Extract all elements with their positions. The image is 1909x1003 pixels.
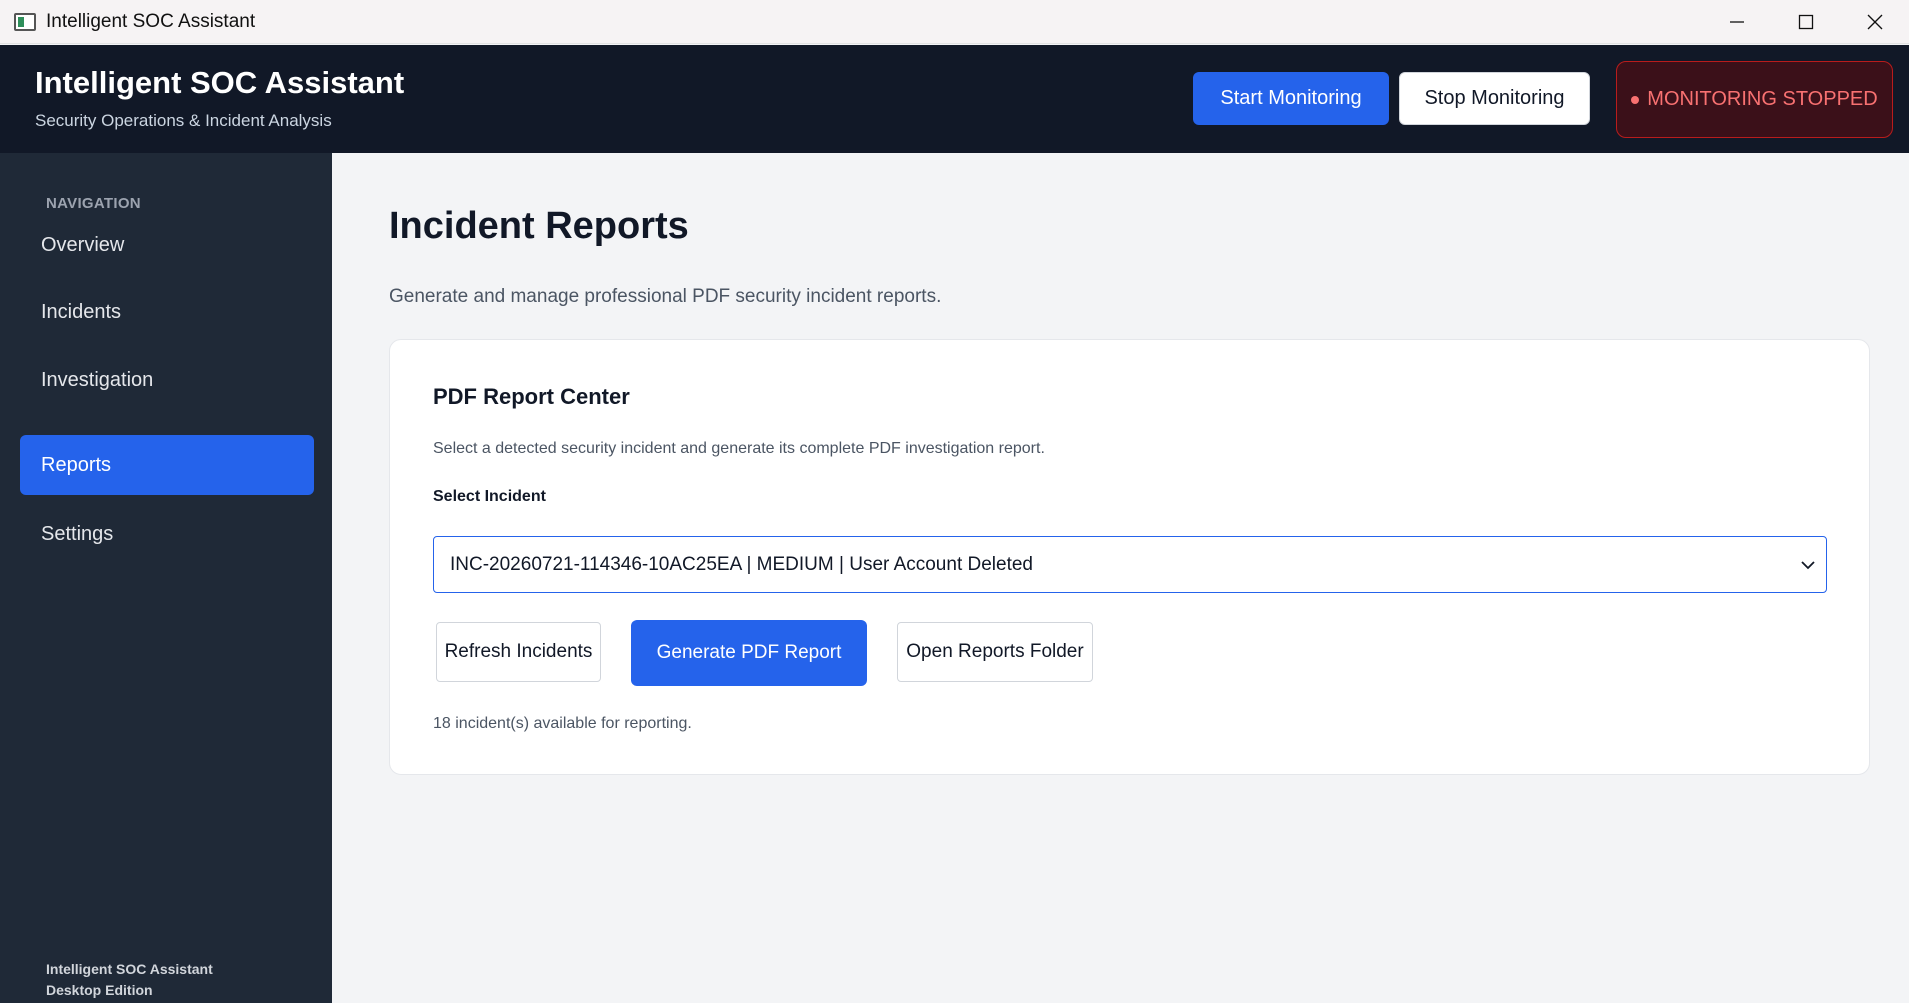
stop-monitoring-button[interactable]: Stop Monitoring — [1399, 72, 1590, 125]
card-title: PDF Report Center — [433, 384, 630, 409]
window-titlebar: Intelligent SOC Assistant — [0, 0, 1909, 44]
footer-edition: Desktop Edition — [46, 982, 153, 998]
maximize-icon[interactable] — [1771, 0, 1840, 44]
pdf-report-card: PDF Report Center Select a detected secu… — [389, 339, 1870, 775]
app-subtitle: Security Operations & Incident Analysis — [35, 111, 332, 130]
app-icon — [14, 12, 36, 31]
status-dot-icon — [1631, 95, 1640, 104]
window-controls — [1702, 0, 1909, 44]
start-monitoring-button[interactable]: Start Monitoring — [1193, 72, 1389, 125]
sidebar-item-reports[interactable]: Reports — [20, 435, 314, 495]
refresh-incidents-button[interactable]: Refresh Incidents — [436, 622, 601, 682]
generate-pdf-report-button[interactable]: Generate PDF Report — [631, 620, 867, 686]
app-header: Intelligent SOC Assistant Security Opera… — [0, 45, 1909, 153]
monitoring-status-badge: MONITORING STOPPED — [1616, 61, 1893, 138]
incident-select[interactable]: INC-20260721-114346-10AC25EA | MEDIUM | … — [433, 536, 1827, 593]
sidebar-footer: Intelligent SOC Assistant Desktop Editio… — [46, 959, 213, 1001]
sidebar-item-investigation[interactable]: Investigation — [20, 350, 314, 410]
sidebar-item-label: Incidents — [41, 300, 122, 323]
app-title: Intelligent SOC Assistant — [35, 65, 405, 100]
sidebar-item-label: Overview — [41, 233, 125, 256]
page-title: Incident Reports — [389, 205, 689, 247]
sidebar-item-label: Settings — [41, 522, 114, 545]
sidebar-item-settings[interactable]: Settings — [20, 504, 314, 564]
sidebar-item-overview[interactable]: Overview — [20, 215, 314, 275]
sidebar: NAVIGATION Overview Incidents Investigat… — [0, 153, 332, 1003]
sidebar-item-label: Reports — [41, 453, 112, 476]
chevron-down-icon — [1801, 561, 1815, 570]
sidebar-item-incidents[interactable]: Incidents — [20, 282, 314, 342]
window-title: Intelligent SOC Assistant — [46, 10, 256, 32]
open-reports-folder-button[interactable]: Open Reports Folder — [897, 622, 1093, 682]
incident-select-value: INC-20260721-114346-10AC25EA | MEDIUM | … — [450, 553, 1033, 575]
monitoring-status-label: MONITORING STOPPED — [1647, 88, 1878, 110]
incident-count-status: 18 incident(s) available for reporting. — [433, 715, 692, 732]
select-incident-label: Select Incident — [433, 488, 546, 505]
minimize-icon[interactable] — [1702, 0, 1771, 44]
card-description: Select a detected security incident and … — [433, 440, 1045, 457]
footer-app-name: Intelligent SOC Assistant — [46, 961, 213, 977]
page-subtitle: Generate and manage professional PDF sec… — [389, 286, 942, 307]
sidebar-item-label: Investigation — [41, 368, 154, 391]
close-icon[interactable] — [1840, 0, 1909, 44]
nav-heading: NAVIGATION — [46, 195, 141, 212]
